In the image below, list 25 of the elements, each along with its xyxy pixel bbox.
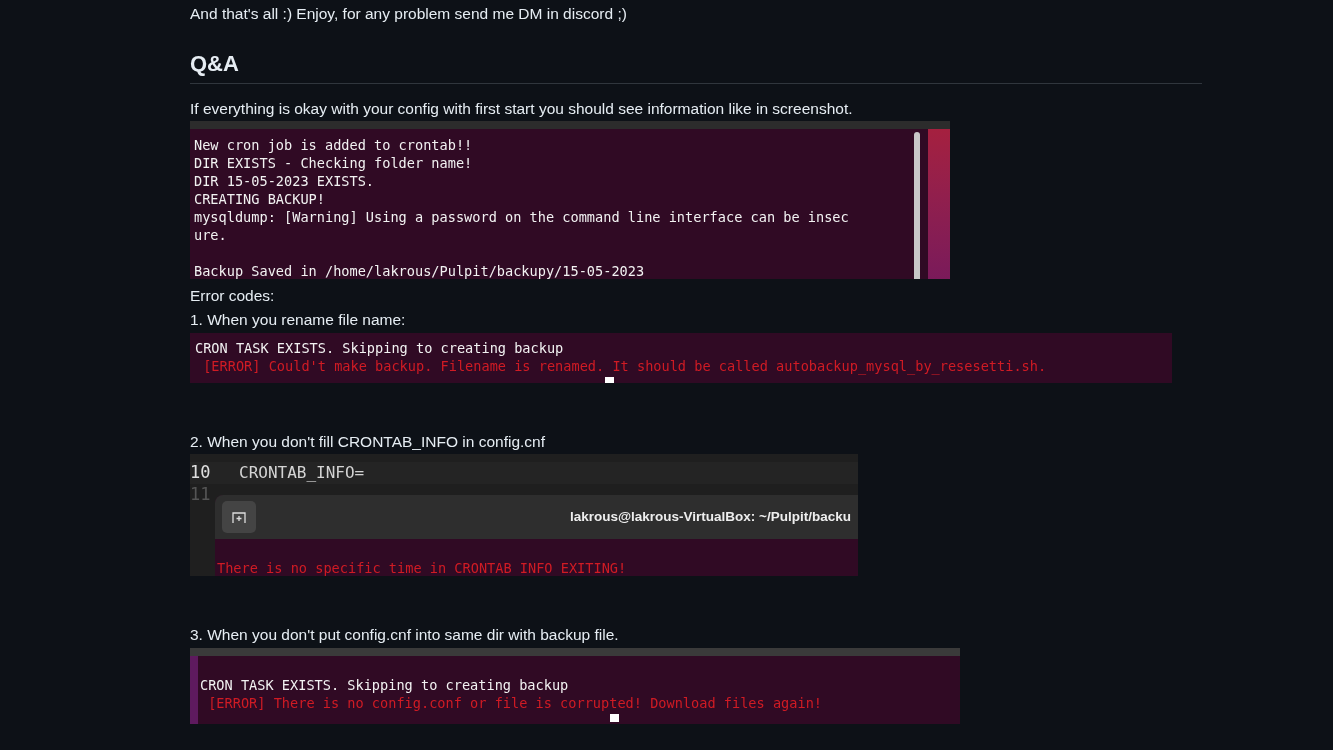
terminal-line: [ERROR] Could't make backup. Filename is renamed. It should be called autobackup_mysql_by_resesetti.sh. — [202, 357, 1048, 375]
section-heading: Q&A — [190, 51, 240, 77]
terminal-line: New cron job is added to crontab!! — [194, 136, 474, 154]
terminal-line: [ERROR] There is no config.conf or file is corrupted! Download files again! — [207, 694, 823, 712]
terminal-line: Backup Saved in /home/lakrous/Pulpit/backupy/15-05-2023 — [194, 262, 646, 279]
paragraph: 2. When you don't fill CRONTAB_INFO in config.cnf — [190, 432, 546, 452]
terminal-line: ure. — [194, 226, 228, 244]
terminal-line: DIR 15-05-2023 EXISTS. — [194, 172, 376, 190]
code-line: CRONTAB_INFO= — [239, 462, 365, 484]
paragraph: And that's all :) Enjoy, for any problem send me DM in discord ;) — [190, 4, 628, 24]
window-edge — [190, 656, 198, 724]
terminal-line: CRON TASK EXISTS. Skipping to creating backup — [195, 339, 565, 357]
paragraph: Error codes: — [190, 286, 276, 306]
window-title: lakrous@lakrous-VirtualBox: ~/Pulpit/backu — [569, 507, 851, 526]
paragraph: If everything is okay with your config with first start you should see information like in screenshot. — [190, 99, 854, 119]
paragraph: 1. When you rename file name: — [190, 310, 407, 330]
paragraph: 3. When you don't put config.cnf into same dir with backup file. — [190, 625, 620, 645]
new-tab-icon — [232, 510, 246, 524]
terminal-line: mysqldump: [Warning] Using a password on the command line interface can be insec — [194, 208, 850, 226]
line-number: 10 — [190, 461, 212, 485]
new-tab-button[interactable] — [222, 501, 256, 533]
terminal-line: DIR EXISTS - Checking folder name! — [194, 154, 474, 172]
terminal-line: CREATING BACKUP! — [194, 190, 326, 208]
terminal-line: CRON TASK EXISTS. Skipping to creating backup — [200, 676, 570, 694]
terminal-line: There is no specific time in CRONTAB_INFO EXITING! — [217, 559, 628, 576]
